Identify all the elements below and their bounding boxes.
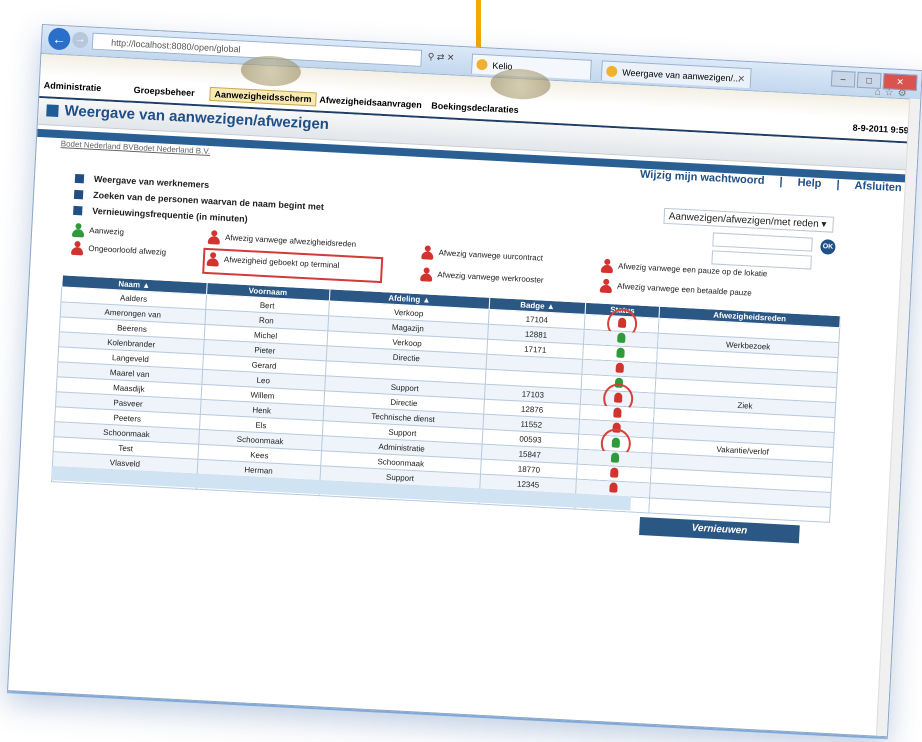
legend-work-schedule: Afwezig vanwege werkrooster bbox=[420, 267, 544, 287]
ok-button[interactable]: OK bbox=[820, 239, 836, 255]
menu-item-aanwezigheidsscherm[interactable]: Aanwezigheidsscherm bbox=[209, 86, 317, 107]
kelio-favicon-icon bbox=[606, 65, 618, 78]
view-select[interactable]: Aanwezigen/afwezigen/met reden ▾ bbox=[663, 207, 834, 233]
logout-link[interactable]: Afsluiten bbox=[854, 180, 902, 194]
page-icon bbox=[46, 104, 59, 117]
person-green-icon bbox=[72, 223, 85, 238]
forward-arrow-icon[interactable]: → bbox=[71, 31, 89, 49]
legend-present: Aanwezig bbox=[72, 223, 124, 240]
status-present-icon bbox=[616, 332, 626, 343]
person-red-icon bbox=[600, 279, 613, 294]
close-icon[interactable]: ✕ bbox=[737, 68, 746, 88]
scrollbar[interactable] bbox=[875, 98, 921, 737]
person-red-icon bbox=[421, 245, 434, 260]
person-red-icon bbox=[420, 267, 433, 282]
status-absent-icon bbox=[612, 407, 622, 418]
current-date: 8-9-2011 9:59 bbox=[852, 122, 909, 136]
option-bullet-icon bbox=[74, 174, 85, 184]
legend-hour-contract: Afwezig vanwege uurcontract bbox=[421, 245, 543, 265]
option-refresh-frequency[interactable]: Vernieuwingsfrequentie (in minuten) bbox=[73, 205, 248, 224]
menu-item-afwezigheidsaanvragen[interactable]: Afwezigheidsaanvragen bbox=[319, 95, 422, 110]
star-icon[interactable]: ☆ bbox=[884, 87, 898, 99]
status-absent-icon bbox=[608, 482, 618, 493]
address-bar-actions[interactable]: ⚲ ⇄ ✕ bbox=[428, 51, 455, 63]
status-present-icon bbox=[610, 452, 619, 463]
browser-window: ← → http://localhost:8080/open/global ⚲ … bbox=[7, 24, 922, 738]
legend-unauthorized-absent: Ongeoorloofd afwezig bbox=[71, 241, 166, 260]
option-view-employees[interactable]: Weergave van werknemers bbox=[74, 173, 209, 190]
status-absent-icon bbox=[609, 467, 619, 478]
name-search-input[interactable] bbox=[712, 232, 813, 252]
back-arrow-icon[interactable]: ← bbox=[47, 27, 71, 51]
menu-item-administratie[interactable]: Administratie bbox=[44, 80, 102, 93]
option-bullet-icon bbox=[73, 206, 83, 216]
legend-paid-pause: Afwezig vanwege een betaalde pauze bbox=[600, 279, 752, 301]
minimize-button[interactable]: – bbox=[830, 70, 856, 88]
tab-label: Weergave van aanwezigen/... bbox=[621, 67, 741, 84]
person-red-icon bbox=[71, 241, 84, 256]
highlight-box bbox=[202, 247, 384, 284]
menu-item-boekingsdeclaraties[interactable]: Boekingsdeclaraties bbox=[431, 100, 519, 115]
status-present-icon bbox=[615, 347, 625, 358]
person-red-icon bbox=[601, 259, 614, 274]
help-link[interactable]: Help bbox=[797, 177, 821, 190]
person-red-icon bbox=[208, 230, 221, 245]
status-absent-icon bbox=[615, 362, 624, 373]
menu-item-groepsbeheer[interactable]: Groepsbeheer bbox=[133, 85, 194, 98]
kelio-favicon-icon bbox=[476, 58, 488, 71]
refresh-button[interactable]: Vernieuwen bbox=[639, 516, 800, 544]
option-bullet-icon bbox=[73, 190, 84, 200]
